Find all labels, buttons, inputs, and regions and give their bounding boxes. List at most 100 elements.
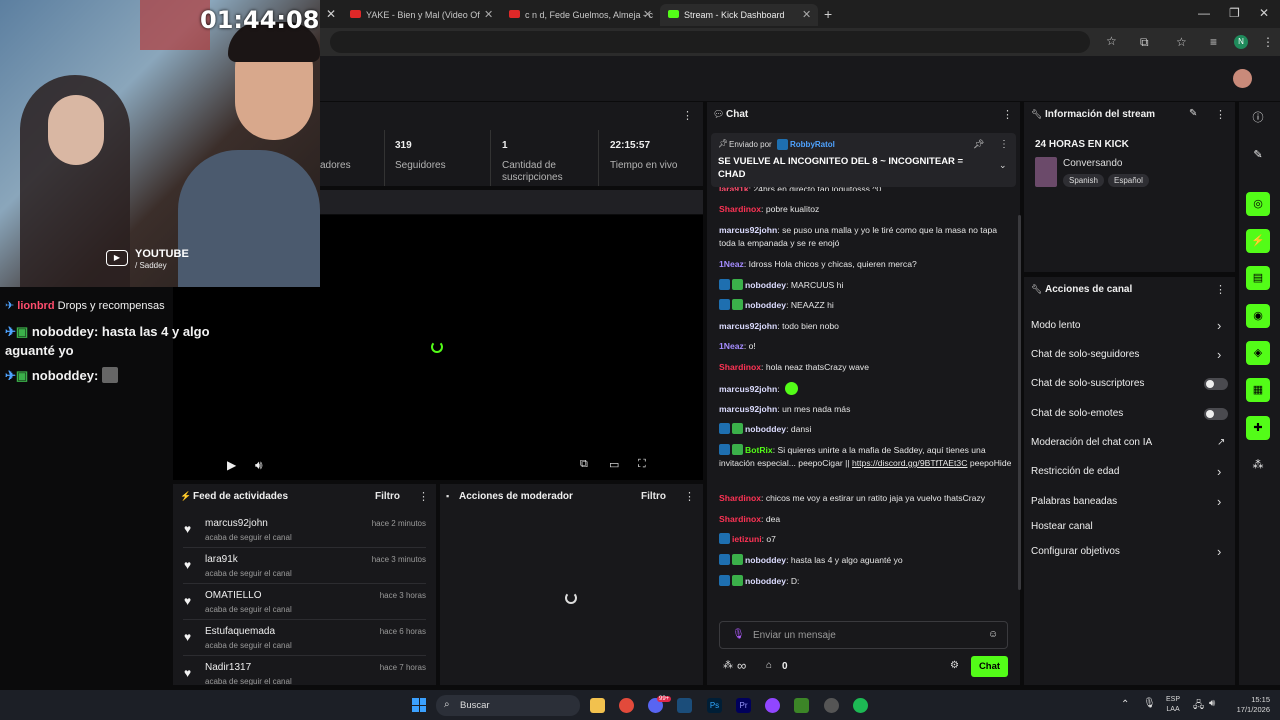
file-explorer-icon[interactable] — [590, 698, 605, 713]
chevron-right-icon[interactable]: › — [1217, 494, 1221, 509]
target-icon[interactable]: ◎ — [1246, 192, 1270, 216]
channel-action[interactable]: Moderación del chat con IA — [1031, 437, 1152, 448]
feed-user[interactable]: lara91k — [205, 554, 238, 565]
feed-user[interactable]: marcus92john — [205, 518, 268, 529]
send-chat-button[interactable]: Chat — [971, 656, 1008, 677]
theater-icon[interactable]: ▭ — [609, 458, 619, 471]
avatar[interactable] — [1233, 69, 1252, 88]
mic-icon[interactable]: 🎙︎ — [1143, 698, 1156, 709]
chevron-right-icon[interactable]: › — [1217, 464, 1221, 479]
edit-icon[interactable]: ✎ — [1246, 143, 1270, 167]
taskbar-search[interactable]: ⌕ Buscar — [436, 695, 580, 716]
chat-username[interactable]: noboddey — [745, 576, 786, 586]
wrench-icon[interactable]: ✚ — [1246, 416, 1270, 440]
more-icon[interactable]: ⋮ — [682, 109, 693, 122]
close-icon[interactable]: ✕ — [802, 8, 811, 21]
tab-kick-dashboard[interactable]: Stream - Kick Dashboard — [660, 4, 818, 26]
address-bar[interactable]: ☆ — [330, 31, 1117, 53]
chat-username[interactable]: marcus92john — [719, 321, 777, 331]
minecraft-icon[interactable] — [794, 698, 809, 713]
chat-username[interactable]: noboddey — [745, 300, 786, 310]
chat-username[interactable]: noboddey — [745, 555, 786, 565]
steam-icon[interactable] — [677, 698, 692, 713]
volume-icon[interactable]: 🔊︎ — [255, 458, 263, 473]
star-icon[interactable]: ☆ — [1106, 34, 1117, 48]
channel-action[interactable]: Chat de solo-suscriptores — [1031, 378, 1144, 389]
media-icon[interactable]: ≡ — [1210, 35, 1217, 49]
chat-username[interactable]: Shardinox — [719, 493, 761, 503]
filter-button[interactable]: Filtro — [375, 491, 400, 502]
channel-action[interactable]: Chat de solo-seguidores — [1031, 349, 1139, 360]
close-window-icon[interactable]: ✕ — [1259, 6, 1269, 20]
emoji-icon[interactable]: ☺ — [988, 629, 998, 640]
info-icon[interactable]: ⓘ — [1246, 106, 1270, 130]
feed-user[interactable]: OMATIELLO — [205, 590, 262, 601]
windows-start-icon[interactable] — [412, 698, 426, 712]
chat-username[interactable]: marcus92john — [719, 404, 777, 414]
bookmark-icon[interactable]: ☆ — [1176, 35, 1187, 49]
chat-scrollbar[interactable] — [1018, 215, 1021, 590]
channel-action[interactable]: Chat de solo-emotes — [1031, 408, 1123, 419]
app-icon[interactable] — [824, 698, 839, 713]
more-icon[interactable]: ⋮ — [418, 490, 429, 503]
play-icon[interactable]: ▶ — [227, 458, 236, 472]
more-icon[interactable]: ⋮ — [1215, 108, 1226, 121]
chevron-right-icon[interactable]: › — [1217, 544, 1221, 559]
channel-action[interactable]: Restricción de edad — [1031, 466, 1119, 477]
chat-username[interactable]: Shardinox — [719, 514, 761, 524]
chevron-up-icon[interactable]: ⌃ — [1121, 699, 1129, 710]
pin-icon[interactable]: 📌︎ — [973, 139, 984, 150]
photoshop-icon[interactable]: Ps — [707, 698, 722, 713]
points-icon[interactable]: ⁂ — [723, 660, 733, 671]
feed-user[interactable]: Estufaquemada — [205, 626, 275, 637]
maximize-icon[interactable]: ❐ — [1229, 6, 1240, 20]
menu-icon[interactable]: ⋮ — [1262, 35, 1274, 49]
fullscreen-icon[interactable]: ⛶ — [638, 458, 646, 471]
channel-action[interactable]: Hostear canal — [1031, 521, 1093, 532]
close-icon[interactable]: ✕ — [484, 8, 493, 21]
chrome-icon[interactable] — [619, 698, 634, 713]
chat-username[interactable]: noboddey — [745, 424, 786, 434]
document-icon[interactable]: ▤ — [1246, 266, 1270, 290]
toggle-switch[interactable] — [1204, 378, 1228, 390]
mic-icon[interactable]: 🎙︎ — [732, 629, 745, 640]
channel-action[interactable]: Palabras baneadas — [1031, 496, 1117, 507]
chevron-right-icon[interactable]: › — [1217, 347, 1221, 362]
chat-username[interactable]: ietizuni — [732, 534, 762, 544]
chat-username[interactable]: marcus92john — [719, 384, 777, 394]
gear-icon[interactable]: ⚙ — [950, 660, 959, 671]
chat-input[interactable]: 🎙︎ Enviar un mensaje ☺ — [719, 621, 1008, 649]
filter-button[interactable]: Filtro — [641, 491, 666, 502]
bolt-icon[interactable]: ⚡ — [1246, 229, 1270, 253]
channel-action[interactable]: Configurar objetivos — [1031, 546, 1120, 557]
extensions-icon[interactable]: ⧉ — [1140, 35, 1149, 50]
tab-yake[interactable]: YAKE - Bien y Mal (Video Of — [342, 4, 497, 26]
more-icon[interactable]: ⋮ — [684, 490, 695, 503]
apps-icon[interactable]: ⁂ — [1246, 453, 1270, 477]
more-icon[interactable]: ⋮ — [1002, 108, 1013, 121]
chat-username[interactable]: Shardinox — [719, 204, 761, 214]
store-icon[interactable]: ⌂ — [766, 660, 772, 671]
close-icon[interactable]: ✕ — [643, 8, 652, 21]
chat-username[interactable]: 1Neaz — [719, 259, 744, 269]
minimize-icon[interactable]: — — [1198, 6, 1210, 20]
chat-username[interactable]: Shardinox — [719, 362, 761, 372]
chat-link[interactable]: https://discord.gg/9BTfTAEt3C — [852, 458, 967, 468]
external-link-icon[interactable]: ↗ — [1217, 437, 1225, 448]
volume-icon[interactable]: 🔊︎ — [1209, 698, 1215, 709]
network-icon[interactable]: 🖧 — [1193, 698, 1204, 715]
tab-cnd[interactable]: c n d, Fede Guelmos, Almeja - c — [501, 4, 656, 26]
broadcast-icon[interactable]: ◈ — [1246, 341, 1270, 365]
pip-icon[interactable]: ⧉ — [580, 458, 588, 471]
clock[interactable]: 15:15 17/1/2026 — [1226, 695, 1270, 715]
feed-user[interactable]: Nadir1317 — [205, 662, 251, 673]
new-tab-icon[interactable]: + — [824, 6, 832, 22]
chat-username[interactable]: noboddey — [745, 280, 786, 290]
premiere-icon[interactable]: Pr — [736, 698, 751, 713]
more-icon[interactable]: ⋮ — [1215, 283, 1226, 296]
chat-icon[interactable]: ◉ — [1246, 304, 1270, 328]
more-icon[interactable]: ⋮ — [999, 139, 1009, 150]
spotify-icon[interactable] — [853, 698, 868, 713]
chevron-right-icon[interactable]: › — [1217, 318, 1221, 333]
edit-icon[interactable]: ✎ — [1189, 108, 1197, 119]
